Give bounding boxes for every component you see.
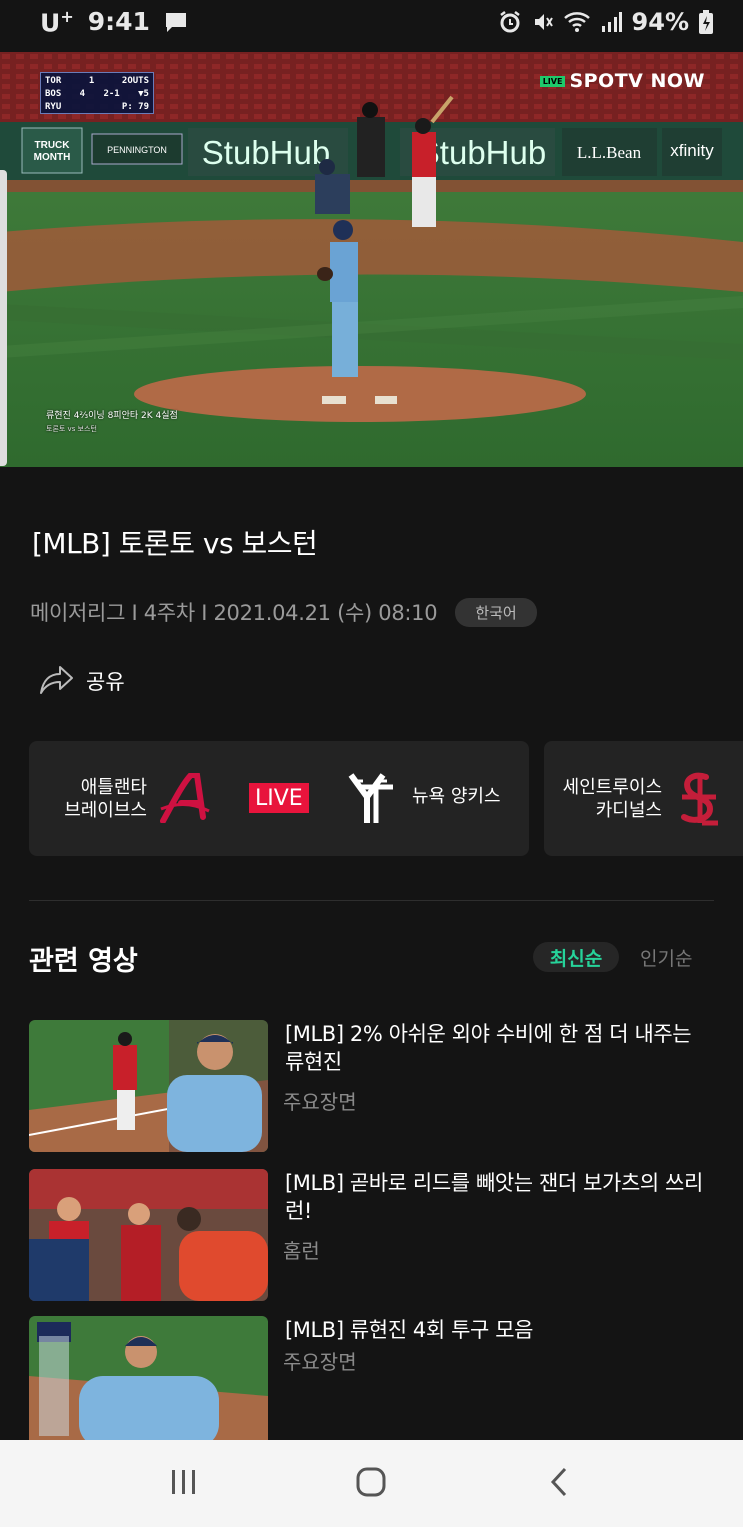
- svg-text:L.L.Bean: L.L.Bean: [577, 143, 642, 162]
- program-meta-text: 메이저리그 I 4주차 I 2021.04.21 (수) 08:10: [30, 601, 438, 625]
- battery-icon: [699, 10, 713, 34]
- home-icon: [355, 1466, 387, 1502]
- recents-icon: [169, 1468, 199, 1500]
- back-icon: [548, 1467, 570, 1501]
- video-thumbnail[interactable]: [29, 1169, 268, 1301]
- sort-latest-button[interactable]: 최신순: [533, 942, 619, 972]
- side-handle[interactable]: [0, 170, 7, 466]
- share-label: 공유: [86, 670, 125, 694]
- video-thumbnail[interactable]: [29, 1316, 268, 1448]
- svg-text:StubHub: StubHub: [418, 134, 546, 171]
- alarm-icon: [498, 10, 522, 34]
- broadcaster-name: SPOTV NOW: [569, 70, 705, 92]
- video-player[interactable]: TRUCK MONTH PENNINGTON StubHub StubHub L…: [0, 52, 743, 467]
- matchup-card[interactable]: 애틀랜타 브레이브스 LIVE 뉴욕 양키스: [29, 741, 529, 856]
- related-video-item[interactable]: [MLB] 류현진 4회 투구 모음 주요장면: [29, 1316, 719, 1448]
- video-caption: 류현진 4⅔이닝 8피안타 2K 4실점 토론토 vs 보스턴: [46, 410, 178, 436]
- home-team-name: 세인트루이스 카디널스: [562, 776, 662, 821]
- share-icon: [38, 662, 74, 700]
- broadcaster-logo: LIVE SPOTV NOW: [539, 70, 705, 92]
- mute-icon: [532, 11, 554, 33]
- status-right: 94%: [498, 8, 713, 36]
- clock: 9:41: [87, 7, 150, 37]
- wifi-icon: [563, 11, 590, 33]
- matchup-card[interactable]: 세인트루이스 카디널스: [544, 741, 743, 856]
- carrier-label: U+: [40, 6, 74, 38]
- section-divider: [29, 900, 714, 901]
- svg-text:MONTH: MONTH: [34, 152, 71, 163]
- language-badge[interactable]: 한국어: [455, 597, 537, 627]
- svg-text:PENNINGTON: PENNINGTON: [107, 145, 167, 155]
- related-video-title[interactable]: [MLB] 곧바로 리드를 빼앗는 잰더 보가츠의 쓰리런!: [285, 1169, 705, 1225]
- yankees-logo-icon: [347, 771, 399, 831]
- system-nav-bar: [0, 1440, 743, 1527]
- program-title: [MLB] 토론토 vs 보스턴: [32, 527, 318, 560]
- home-team-name: 애틀랜타 브레이브스: [64, 776, 147, 821]
- program-meta: 메이저리그 I 4주차 I 2021.04.21 (수) 08:10 한국어: [30, 597, 537, 627]
- share-button[interactable]: 공유: [38, 662, 125, 700]
- video-frame: TRUCK MONTH PENNINGTON StubHub StubHub L…: [0, 52, 743, 467]
- battery-percent: 94%: [631, 8, 689, 36]
- svg-text:xfinity: xfinity: [670, 141, 714, 160]
- broadcaster-live-badge: LIVE: [539, 75, 566, 87]
- braves-logo-icon: [159, 772, 213, 827]
- related-video-title[interactable]: [MLB] 2% 아쉬운 외야 수비에 한 점 더 내주는 류현진: [285, 1020, 705, 1076]
- svg-text:StubHub: StubHub: [202, 134, 330, 171]
- away-team-name: 뉴욕 양키스: [412, 786, 501, 807]
- signal-icon: [600, 11, 622, 33]
- scorebug: TOR 1 2OUTS BOS 4 2-1 ▼5 RYU P: 79: [40, 72, 154, 114]
- recents-button[interactable]: [154, 1454, 214, 1514]
- related-video-item[interactable]: [MLB] 2% 아쉬운 외야 수비에 한 점 더 내주는 류현진 주요장면: [29, 1020, 719, 1152]
- related-video-category: 주요장면: [283, 1090, 357, 1114]
- related-video-category: 주요장면: [283, 1350, 357, 1374]
- live-badge: LIVE: [249, 783, 309, 813]
- related-section-title: 관련 영상: [29, 946, 138, 977]
- home-button[interactable]: [341, 1454, 401, 1514]
- video-thumbnail[interactable]: [29, 1020, 268, 1152]
- related-video-category: 홈런: [283, 1239, 320, 1263]
- related-video-title[interactable]: [MLB] 류현진 4회 투구 모음: [285, 1316, 705, 1344]
- status-left: U+ 9:41: [40, 7, 188, 37]
- chat-icon: [164, 11, 188, 33]
- sort-popular-button[interactable]: 인기순: [640, 942, 692, 972]
- ad-ford: TRUCK: [35, 140, 71, 151]
- caption-line1: 류현진 4⅔이닝 8피안타 2K 4실점: [46, 411, 178, 421]
- caption-line2: 토론토 vs 보스턴: [46, 425, 97, 433]
- back-button[interactable]: [529, 1454, 589, 1514]
- related-video-item[interactable]: [MLB] 곧바로 리드를 빼앗는 잰더 보가츠의 쓰리런! 홈런: [29, 1169, 719, 1301]
- status-bar: U+ 9:41 94%: [0, 0, 743, 44]
- cardinals-logo-icon: [676, 771, 722, 831]
